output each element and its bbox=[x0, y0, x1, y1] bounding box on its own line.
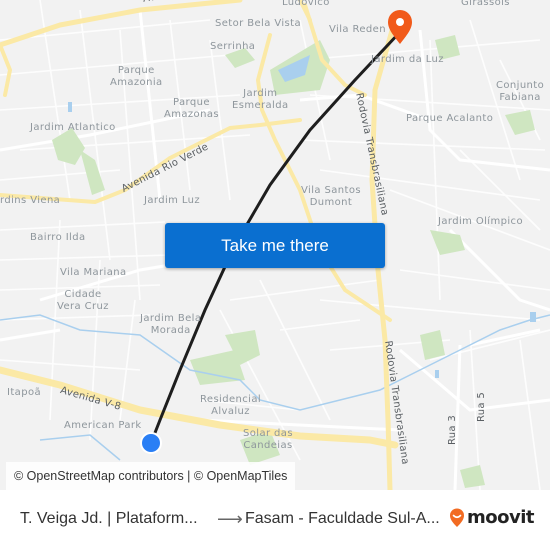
label-girassois: Girassóis bbox=[461, 0, 510, 8]
label-jardim-olimpico: Jardim Olímpico bbox=[438, 216, 523, 227]
label-setor-bela-vista: Setor Bela Vista bbox=[215, 18, 301, 29]
label-itapoa: Itapoã bbox=[7, 387, 41, 398]
moovit-wordmark: moovit bbox=[467, 507, 535, 528]
label-jardim-da-luz: Jardim da Luz bbox=[371, 54, 444, 65]
label-serrinha: Serrinha bbox=[210, 41, 256, 52]
origin-stop-name: T. Veiga Jd. | Plataform... bbox=[20, 510, 198, 527]
label-parque-acalanto: Parque Acalanto bbox=[406, 113, 494, 124]
moovit-logo[interactable]: moovit bbox=[449, 507, 535, 528]
label-bairro-ilda: Bairro Ilda bbox=[30, 232, 86, 243]
label-jardins-viena: rdins Viena bbox=[0, 195, 61, 206]
label-vila-redencao: Vila Reden bbox=[329, 24, 386, 35]
arrow-right-icon: ⟶ bbox=[217, 509, 243, 529]
label-parque-amazonia: Parque Amazonia bbox=[110, 65, 163, 88]
take-me-there-button[interactable]: Take me there bbox=[165, 223, 385, 268]
label-jardim-atlantico: Jardim Atlantico bbox=[30, 122, 116, 133]
map-view[interactable]: Setor Bela Vista Ludovico Girassóis Serr… bbox=[0, 0, 550, 490]
label-american-park: American Park bbox=[64, 420, 142, 431]
label-conjunto-fabiana: Conjunto Fabiana bbox=[496, 80, 545, 103]
origin-dot[interactable] bbox=[140, 432, 162, 454]
label-residencial-alvaluz: Residencial Alvaluz bbox=[200, 394, 262, 417]
label-jardim-bela-morada: Jardim Bela Morada bbox=[140, 313, 202, 336]
footer-bar: T. Veiga Jd. | Plataform... ⟶ Fasam - Fa… bbox=[0, 490, 550, 550]
label-vila-mariana: Vila Mariana bbox=[60, 267, 127, 278]
road-label-rua-3: Rua 3 bbox=[447, 414, 458, 445]
label-jardim-esmeralda: Jardim Esmeralda bbox=[232, 88, 289, 111]
road-label-rua-5: Rua 5 bbox=[476, 391, 487, 422]
label-vila-santos-dumont: Vila Santos Dumont bbox=[301, 185, 361, 208]
moovit-pin-icon bbox=[450, 508, 464, 527]
label-parque-amazonas: Parque Amazonas bbox=[164, 97, 219, 120]
label-cidade-vera-cruz: Cidade Vera Cruz bbox=[57, 289, 109, 312]
label-jardim-luz: Jardim Luz bbox=[144, 195, 201, 206]
label-solar-das-candeias: Solar das Candeias bbox=[243, 428, 293, 451]
destination-name: Fasam - Faculdade Sul-A... bbox=[245, 510, 440, 527]
label-ludovico: Ludovico bbox=[282, 0, 330, 8]
map-attribution[interactable]: © OpenStreetMap contributors | © OpenMap… bbox=[6, 462, 296, 490]
